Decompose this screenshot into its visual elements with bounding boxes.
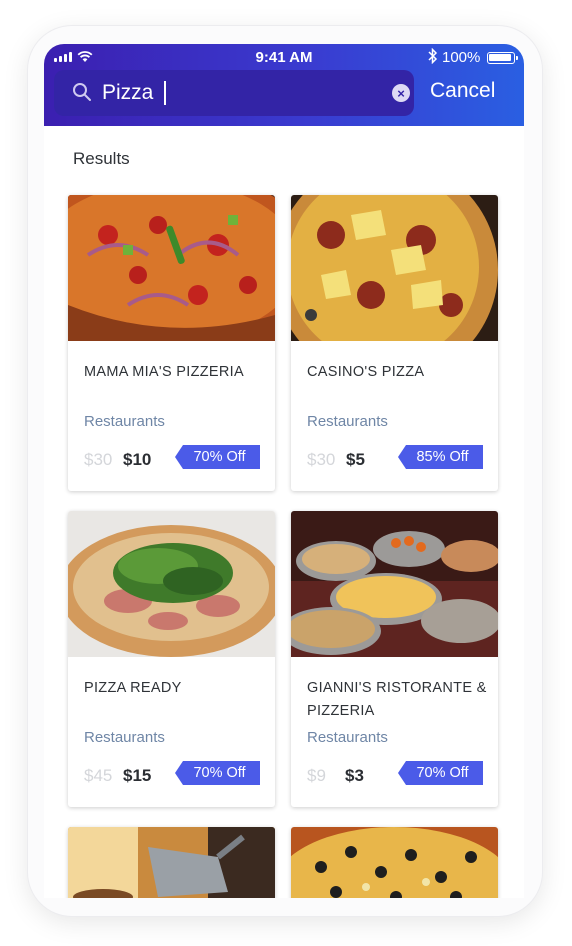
result-card[interactable] — [68, 827, 275, 898]
clear-icon[interactable]: × — [392, 84, 410, 102]
text-caret — [164, 81, 166, 105]
result-card[interactable]: CASINO'S PIZZA Restaurants $30 $5 85% Of… — [291, 195, 498, 491]
discount-badge: 85% Off — [398, 445, 483, 469]
original-price: $45 — [84, 766, 113, 785]
category-link[interactable]: Restaurants — [307, 413, 388, 430]
pizza-photo — [291, 195, 498, 341]
pizza-photo — [68, 195, 275, 341]
category-link[interactable]: Restaurants — [84, 413, 165, 430]
result-card[interactable]: PIZZA READY Restaurants $45 $15 70% Off — [68, 511, 275, 807]
discount-badge: 70% Off — [175, 761, 260, 785]
bluetooth-icon — [428, 48, 438, 64]
status-bar: 9:41 AM 100% — [44, 44, 524, 70]
restaurant-name: CASINO'S PIZZA — [307, 364, 425, 380]
discounted-price: $3 — [345, 766, 364, 785]
original-price: $30 — [84, 450, 113, 469]
food-photo — [68, 827, 275, 898]
original-price: $30 — [307, 450, 336, 469]
pizza-photo — [68, 511, 275, 657]
restaurant-name: PIZZA READY — [84, 680, 182, 696]
pizza-photo — [291, 511, 498, 657]
discounted-price: $5 — [346, 450, 365, 469]
result-card[interactable]: MAMA MIA'S PIZZERIA Restaurants $30 $10 … — [68, 195, 275, 491]
original-price: $9 — [307, 766, 326, 785]
category-link[interactable]: Restaurants — [84, 729, 165, 746]
search-field[interactable]: × — [54, 70, 414, 116]
battery-icon — [487, 52, 515, 64]
search-icon — [73, 83, 91, 101]
discounted-price: $15 — [123, 766, 152, 785]
pizza-photo — [291, 827, 498, 898]
discount-badge: 70% Off — [175, 445, 260, 469]
restaurant-name: GIANNI'S RISTORANTE & PIZZERIA — [307, 680, 487, 719]
results-heading: Results — [73, 149, 130, 168]
search-header: 9:41 AM 100% × Cancel — [44, 44, 524, 126]
discounted-price: $10 — [123, 450, 152, 469]
category-link[interactable]: Restaurants — [307, 729, 388, 746]
restaurant-name: MAMA MIA'S PIZZERIA — [84, 364, 244, 380]
search-input[interactable] — [102, 78, 372, 108]
result-card[interactable]: GIANNI'S RISTORANTE & PIZZERIA Restauran… — [291, 511, 498, 807]
app-screen: 9:41 AM 100% × Cancel Results — [44, 44, 524, 898]
cancel-button[interactable]: Cancel — [430, 79, 495, 103]
battery-percent: 100% — [442, 49, 481, 66]
discount-badge: 70% Off — [398, 761, 483, 785]
result-card[interactable] — [291, 827, 498, 898]
